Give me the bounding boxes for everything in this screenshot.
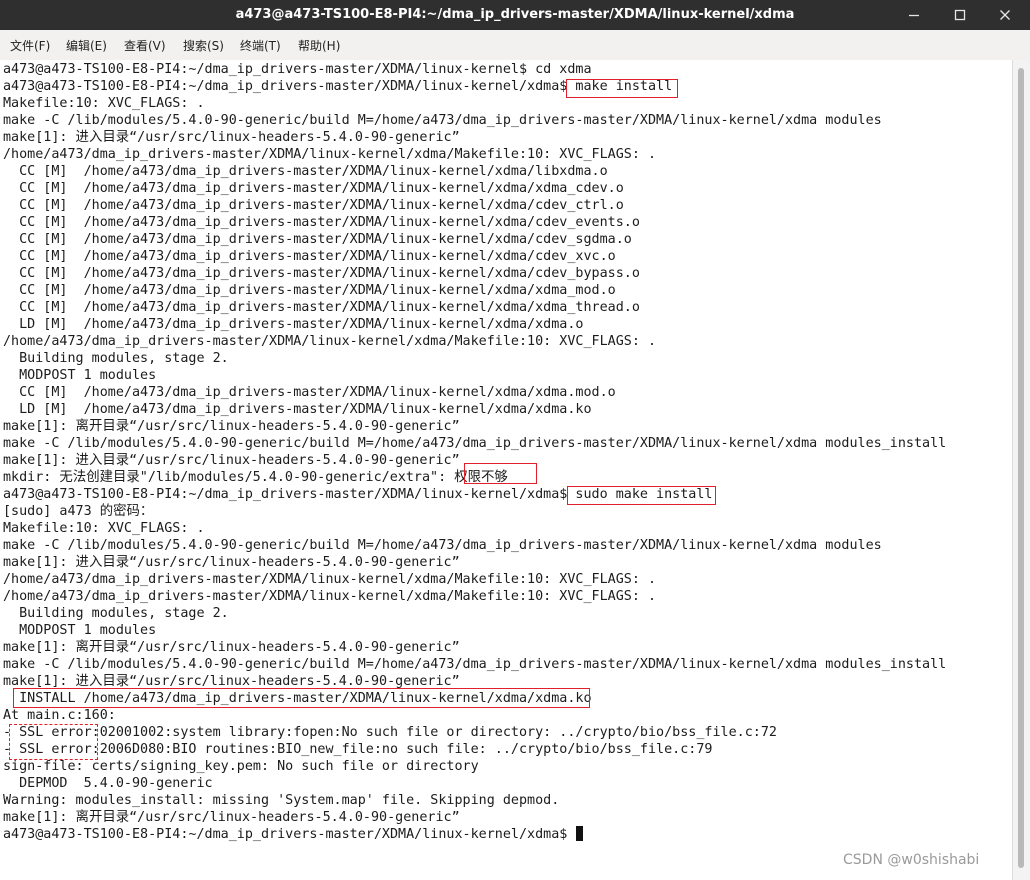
terminal-line: make[1]: 离开目录“/usr/src/linux-headers-5.4… [3,810,460,825]
terminal-line: CC [M] /home/a473/dma_ip_drivers-master/… [3,164,608,179]
terminal-line: LD [M] /home/a473/dma_ip_drivers-master/… [3,402,592,417]
terminal-line: make -C /lib/modules/5.4.0-90-generic/bu… [3,657,947,672]
terminal-line: CC [M] /home/a473/dma_ip_drivers-master/… [3,249,616,264]
scrollbar-thumb[interactable] [1018,68,1024,868]
terminal-line: sign-file: certs/signing_key.pem: No suc… [3,759,479,774]
text-cursor [576,826,584,841]
terminal-line: a473@a473-TS100-E8-PI4:~/dma_ip_drivers-… [3,826,946,843]
terminal-line: Warning: modules_install: missing 'Syste… [3,793,560,808]
terminal-line: CC [M] /home/a473/dma_ip_drivers-master/… [3,300,640,315]
title-bar[interactable]: a473@a473-TS100-E8-PI4:~/dma_ip_drivers-… [0,0,1030,30]
terminal-line: CC [M] /home/a473/dma_ip_drivers-master/… [3,283,616,298]
terminal-window: a473@a473-TS100-E8-PI4:~/dma_ip_drivers-… [0,0,1030,880]
terminal-line: make[1]: 进入目录“/usr/src/linux-headers-5.4… [3,130,460,145]
terminal-line: make[1]: 进入目录“/usr/src/linux-headers-5.4… [3,453,460,468]
terminal-line: [sudo] a473 的密码： [3,504,154,519]
terminal-line: CC [M] /home/a473/dma_ip_drivers-master/… [3,232,632,247]
terminal-line: Makefile:10: XVC_FLAGS: . [3,521,205,536]
menu-edit[interactable]: 编辑(E) [66,30,107,60]
terminal-line: Makefile:10: XVC_FLAGS: . [3,96,205,111]
terminal-line: make -C /lib/modules/5.4.0-90-generic/bu… [3,436,947,451]
terminal-line: make[1]: 进入目录“/usr/src/linux-headers-5.4… [3,555,460,570]
terminal-line: CC [M] /home/a473/dma_ip_drivers-master/… [3,385,616,400]
menu-view[interactable]: 查看(V) [124,30,166,60]
terminal-line: LD [M] /home/a473/dma_ip_drivers-master/… [3,317,584,332]
minimize-button[interactable] [896,0,932,30]
terminal-line: INSTALL /home/a473/dma_ip_drivers-master… [3,691,592,706]
menu-terminal[interactable]: 终端(T) [240,30,281,60]
terminal-line: /home/a473/dma_ip_drivers-master/XDMA/li… [3,147,657,162]
maximize-button[interactable] [942,0,978,30]
terminal-line: MODPOST 1 modules [3,368,157,383]
terminal-line: DEPMOD 5.4.0-90-generic [3,776,213,791]
terminal-line: make[1]: 离开目录“/usr/src/linux-headers-5.4… [3,640,460,655]
terminal-line: Building modules, stage 2. [3,606,229,621]
terminal-line: a473@a473-TS100-E8-PI4:~/dma_ip_drivers-… [3,62,592,77]
terminal-line: make[1]: 离开目录“/usr/src/linux-headers-5.4… [3,419,460,434]
terminal-line: Building modules, stage 2. [3,351,229,366]
terminal-line: CC [M] /home/a473/dma_ip_drivers-master/… [3,198,624,213]
terminal-line: CC [M] /home/a473/dma_ip_drivers-master/… [3,266,640,281]
terminal-line: make -C /lib/modules/5.4.0-90-generic/bu… [3,538,882,553]
menu-bar: 文件(F) 编辑(E) 查看(V) 搜索(S) 终端(T) 帮助(H) [0,30,1030,60]
terminal-line: /home/a473/dma_ip_drivers-master/XDMA/li… [3,334,657,349]
terminal-line: - SSL error:2006D080:BIO routines:BIO_ne… [3,742,713,757]
terminal-line: At main.c:160: [3,708,116,723]
terminal-line: a473@a473-TS100-E8-PI4:~/dma_ip_drivers-… [3,487,713,502]
terminal-line: mkdir: 无法创建目录"/lib/modules/5.4.0-90-gene… [3,470,508,485]
terminal-output[interactable]: a473@a473-TS100-E8-PI4:~/dma_ip_drivers-… [0,60,1012,880]
menu-search[interactable]: 搜索(S) [183,30,224,60]
minimize-icon [909,14,919,17]
menu-file[interactable]: 文件(F) [10,30,50,60]
terminal-line: /home/a473/dma_ip_drivers-master/XDMA/li… [3,589,657,604]
terminal-line: a473@a473-TS100-E8-PI4:~/dma_ip_drivers-… [3,79,673,94]
close-button[interactable] [987,0,1023,30]
terminal-line: /home/a473/dma_ip_drivers-master/XDMA/li… [3,572,657,587]
maximize-icon [954,9,966,21]
window-title: a473@a473-TS100-E8-PI4:~/dma_ip_drivers-… [235,7,795,22]
terminal-line: CC [M] /home/a473/dma_ip_drivers-master/… [3,181,624,196]
terminal-line: CC [M] /home/a473/dma_ip_drivers-master/… [3,215,640,230]
menu-help[interactable]: 帮助(H) [298,30,340,60]
terminal-line: MODPOST 1 modules [3,623,157,638]
watermark: CSDN @w0shishabi [843,852,980,868]
terminal-line: make -C /lib/modules/5.4.0-90-generic/bu… [3,113,882,128]
close-icon [1000,10,1010,20]
terminal-line: - SSL error:02001002:system library:fope… [3,725,777,740]
terminal-lines: a473@a473-TS100-E8-PI4:~/dma_ip_drivers-… [3,61,946,843]
vertical-scrollbar[interactable] [1012,60,1030,880]
terminal-line: make[1]: 进入目录“/usr/src/linux-headers-5.4… [3,674,460,689]
